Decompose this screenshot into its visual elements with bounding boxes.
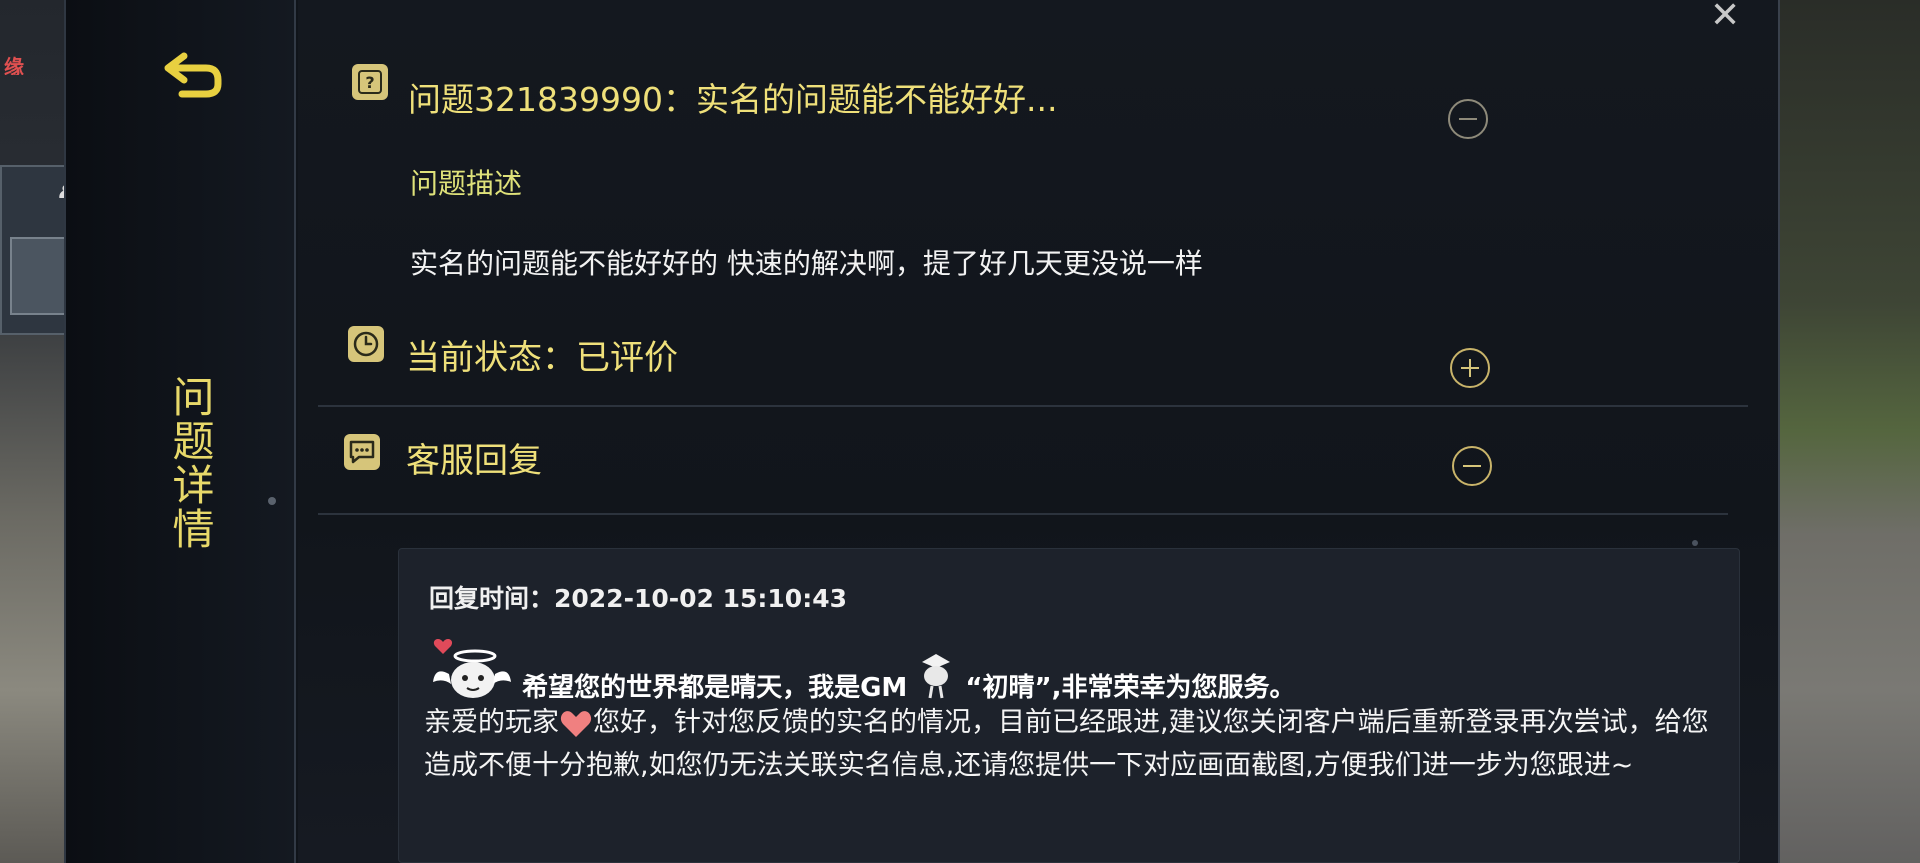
reply-body-part1: 亲爱的玩家 — [424, 707, 559, 738]
divider — [318, 513, 1728, 515]
svg-text:?: ? — [365, 73, 374, 92]
divider — [318, 405, 1748, 407]
close-icon[interactable]: ✕ — [1710, 0, 1740, 34]
expand-status-button[interactable] — [1450, 348, 1490, 388]
back-arrow-icon — [164, 52, 222, 98]
reply-header: 客服回复 — [406, 441, 542, 481]
reply-time: 回复时间：2022-10-02 15:10:43 — [429, 584, 847, 613]
status-text: 当前状态：已评价 — [406, 338, 678, 378]
collapse-reply-button[interactable] — [1452, 446, 1492, 486]
left-side-tag-text: 缘 — [4, 55, 24, 75]
page-title: 问题详情 — [166, 375, 215, 551]
greeting-part1: 希望您的世界都是晴天，我是GM — [522, 673, 908, 703]
heart-icon — [560, 710, 592, 737]
reply-body-part2: 您好，针对您反馈的实名的情况，目前已经跟进,建议您关闭客户端后重新登录再次尝试，… — [424, 707, 1709, 781]
greeting-part2: “初晴”,非常荣幸为您服务。 — [965, 673, 1296, 703]
minus-icon — [1459, 118, 1477, 120]
issue-detail-window: 问题详情 ✕ ? 问题321839990：实名的问题能不能好好... 问题描述 … — [64, 0, 1780, 863]
plus-icon-v — [1469, 359, 1471, 377]
scroll-dot — [1692, 540, 1698, 546]
sidebar-dot — [268, 497, 276, 505]
question-mark-icon: ? — [352, 64, 388, 100]
reply-body: 亲爱的玩家 您好，针对您反馈的实名的情况，目前已经跟进,建议您关闭客户端后重新登录… — [424, 701, 1724, 787]
question-title: 问题321839990：实名的问题能不能好好... — [408, 80, 1058, 119]
collapse-question-button[interactable] — [1448, 99, 1488, 139]
left-side-tag: 缘 — [0, 45, 64, 75]
clock-icon — [348, 326, 384, 362]
angel-mascot-icon — [433, 639, 511, 698]
minus-icon — [1463, 465, 1481, 467]
chat-bubble-icon — [344, 434, 380, 470]
background-right — [1780, 0, 1920, 863]
sidebar: 问题详情 — [66, 0, 296, 863]
description-text: 实名的问题能不能好好的 快速的解决啊，提了好几天更没说一样 — [410, 247, 1203, 280]
back-button[interactable] — [162, 50, 226, 102]
description-label: 问题描述 — [410, 167, 523, 200]
detail-content: ✕ ? 问题321839990：实名的问题能不能好好... 问题描述 实名的问题… — [298, 0, 1778, 863]
gm-avatar-icon — [922, 654, 951, 699]
reply-card: 回复时间：2022-10-02 15:10:43 希望您的世界都是晴天，我是GM — [398, 548, 1740, 863]
